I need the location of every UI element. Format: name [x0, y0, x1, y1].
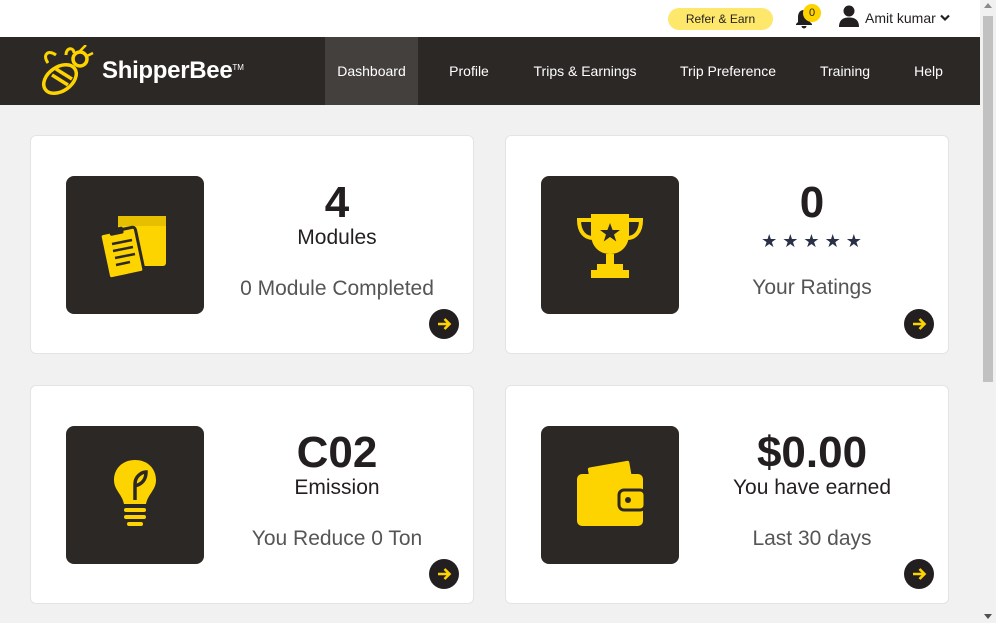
- modules-label: Modules: [297, 226, 377, 249]
- modules-count: 4: [324, 178, 350, 227]
- earnings-period: Last 30 days: [752, 527, 872, 550]
- user-avatar-icon: [839, 5, 859, 32]
- scrollbar-thumb[interactable]: [983, 16, 993, 382]
- modules-completed: 0 Module Completed: [240, 277, 434, 300]
- ratings-card[interactable]: 0 ★★★★★ Your Ratings: [505, 135, 949, 354]
- main-navbar: ShipperBee TM Dashboard Profile Trips & …: [0, 37, 980, 105]
- ratings-label: Your Ratings: [752, 276, 872, 299]
- scroll-up-arrow-icon[interactable]: [984, 3, 992, 8]
- bee-logo-icon: [41, 45, 94, 96]
- modules-card[interactable]: 4 Modules 0 Module Completed: [30, 135, 474, 354]
- emission-reduced: You Reduce 0 Ton: [251, 527, 423, 550]
- card-icon-tile: [541, 176, 679, 314]
- ratings-value: 0: [799, 178, 825, 227]
- nav-dashboard[interactable]: Dashboard: [325, 37, 418, 105]
- nav-trip-preference[interactable]: Trip Preference: [668, 37, 788, 105]
- logo-text: ShipperBee: [102, 57, 233, 84]
- page-scrollbar[interactable]: [980, 0, 996, 623]
- emission-card[interactable]: C02 Emission You Reduce 0 Ton: [30, 385, 474, 604]
- emission-value: C02: [296, 428, 378, 477]
- logo-trademark: TM: [232, 62, 244, 72]
- shipperbee-logo[interactable]: ShipperBee TM: [40, 45, 244, 97]
- earnings-arrow-button[interactable]: [904, 559, 934, 589]
- card-icon-tile: [66, 176, 204, 314]
- emission-label: Emission: [294, 476, 380, 499]
- top-bar: Refer & Earn 0 Amit kumar: [0, 0, 980, 37]
- rating-stars: ★★★★★: [761, 231, 867, 251]
- user-menu[interactable]: Amit kumar: [839, 5, 950, 32]
- notification-badge: 0: [803, 4, 821, 22]
- emission-arrow-button[interactable]: [429, 559, 459, 589]
- clipboard-box-icon: [100, 216, 166, 280]
- arrow-right-icon: [438, 318, 452, 330]
- wallet-icon: [577, 460, 645, 526]
- card-icon-tile: [541, 426, 679, 564]
- earnings-value: $0.00: [756, 428, 868, 477]
- chevron-down-icon: [940, 9, 950, 27]
- scroll-down-arrow-icon[interactable]: [984, 614, 992, 619]
- card-icon-tile: [66, 426, 204, 564]
- arrow-right-icon: [913, 318, 927, 330]
- modules-arrow-button[interactable]: [429, 309, 459, 339]
- trophy-icon: [576, 214, 644, 278]
- nav-help[interactable]: Help: [901, 37, 956, 105]
- ratings-arrow-button[interactable]: [904, 309, 934, 339]
- earnings-card[interactable]: $0.00 You have earned Last 30 days: [505, 385, 949, 604]
- arrow-right-icon: [438, 568, 452, 580]
- eco-bulb-icon: [114, 460, 156, 526]
- arrow-right-icon: [913, 568, 927, 580]
- user-name: Amit kumar: [865, 10, 936, 26]
- earnings-label: You have earned: [732, 476, 892, 499]
- nav-training[interactable]: Training: [807, 37, 883, 105]
- refer-earn-button[interactable]: Refer & Earn: [668, 8, 773, 30]
- nav-trips-earnings[interactable]: Trips & Earnings: [521, 37, 649, 105]
- nav-profile[interactable]: Profile: [436, 37, 502, 105]
